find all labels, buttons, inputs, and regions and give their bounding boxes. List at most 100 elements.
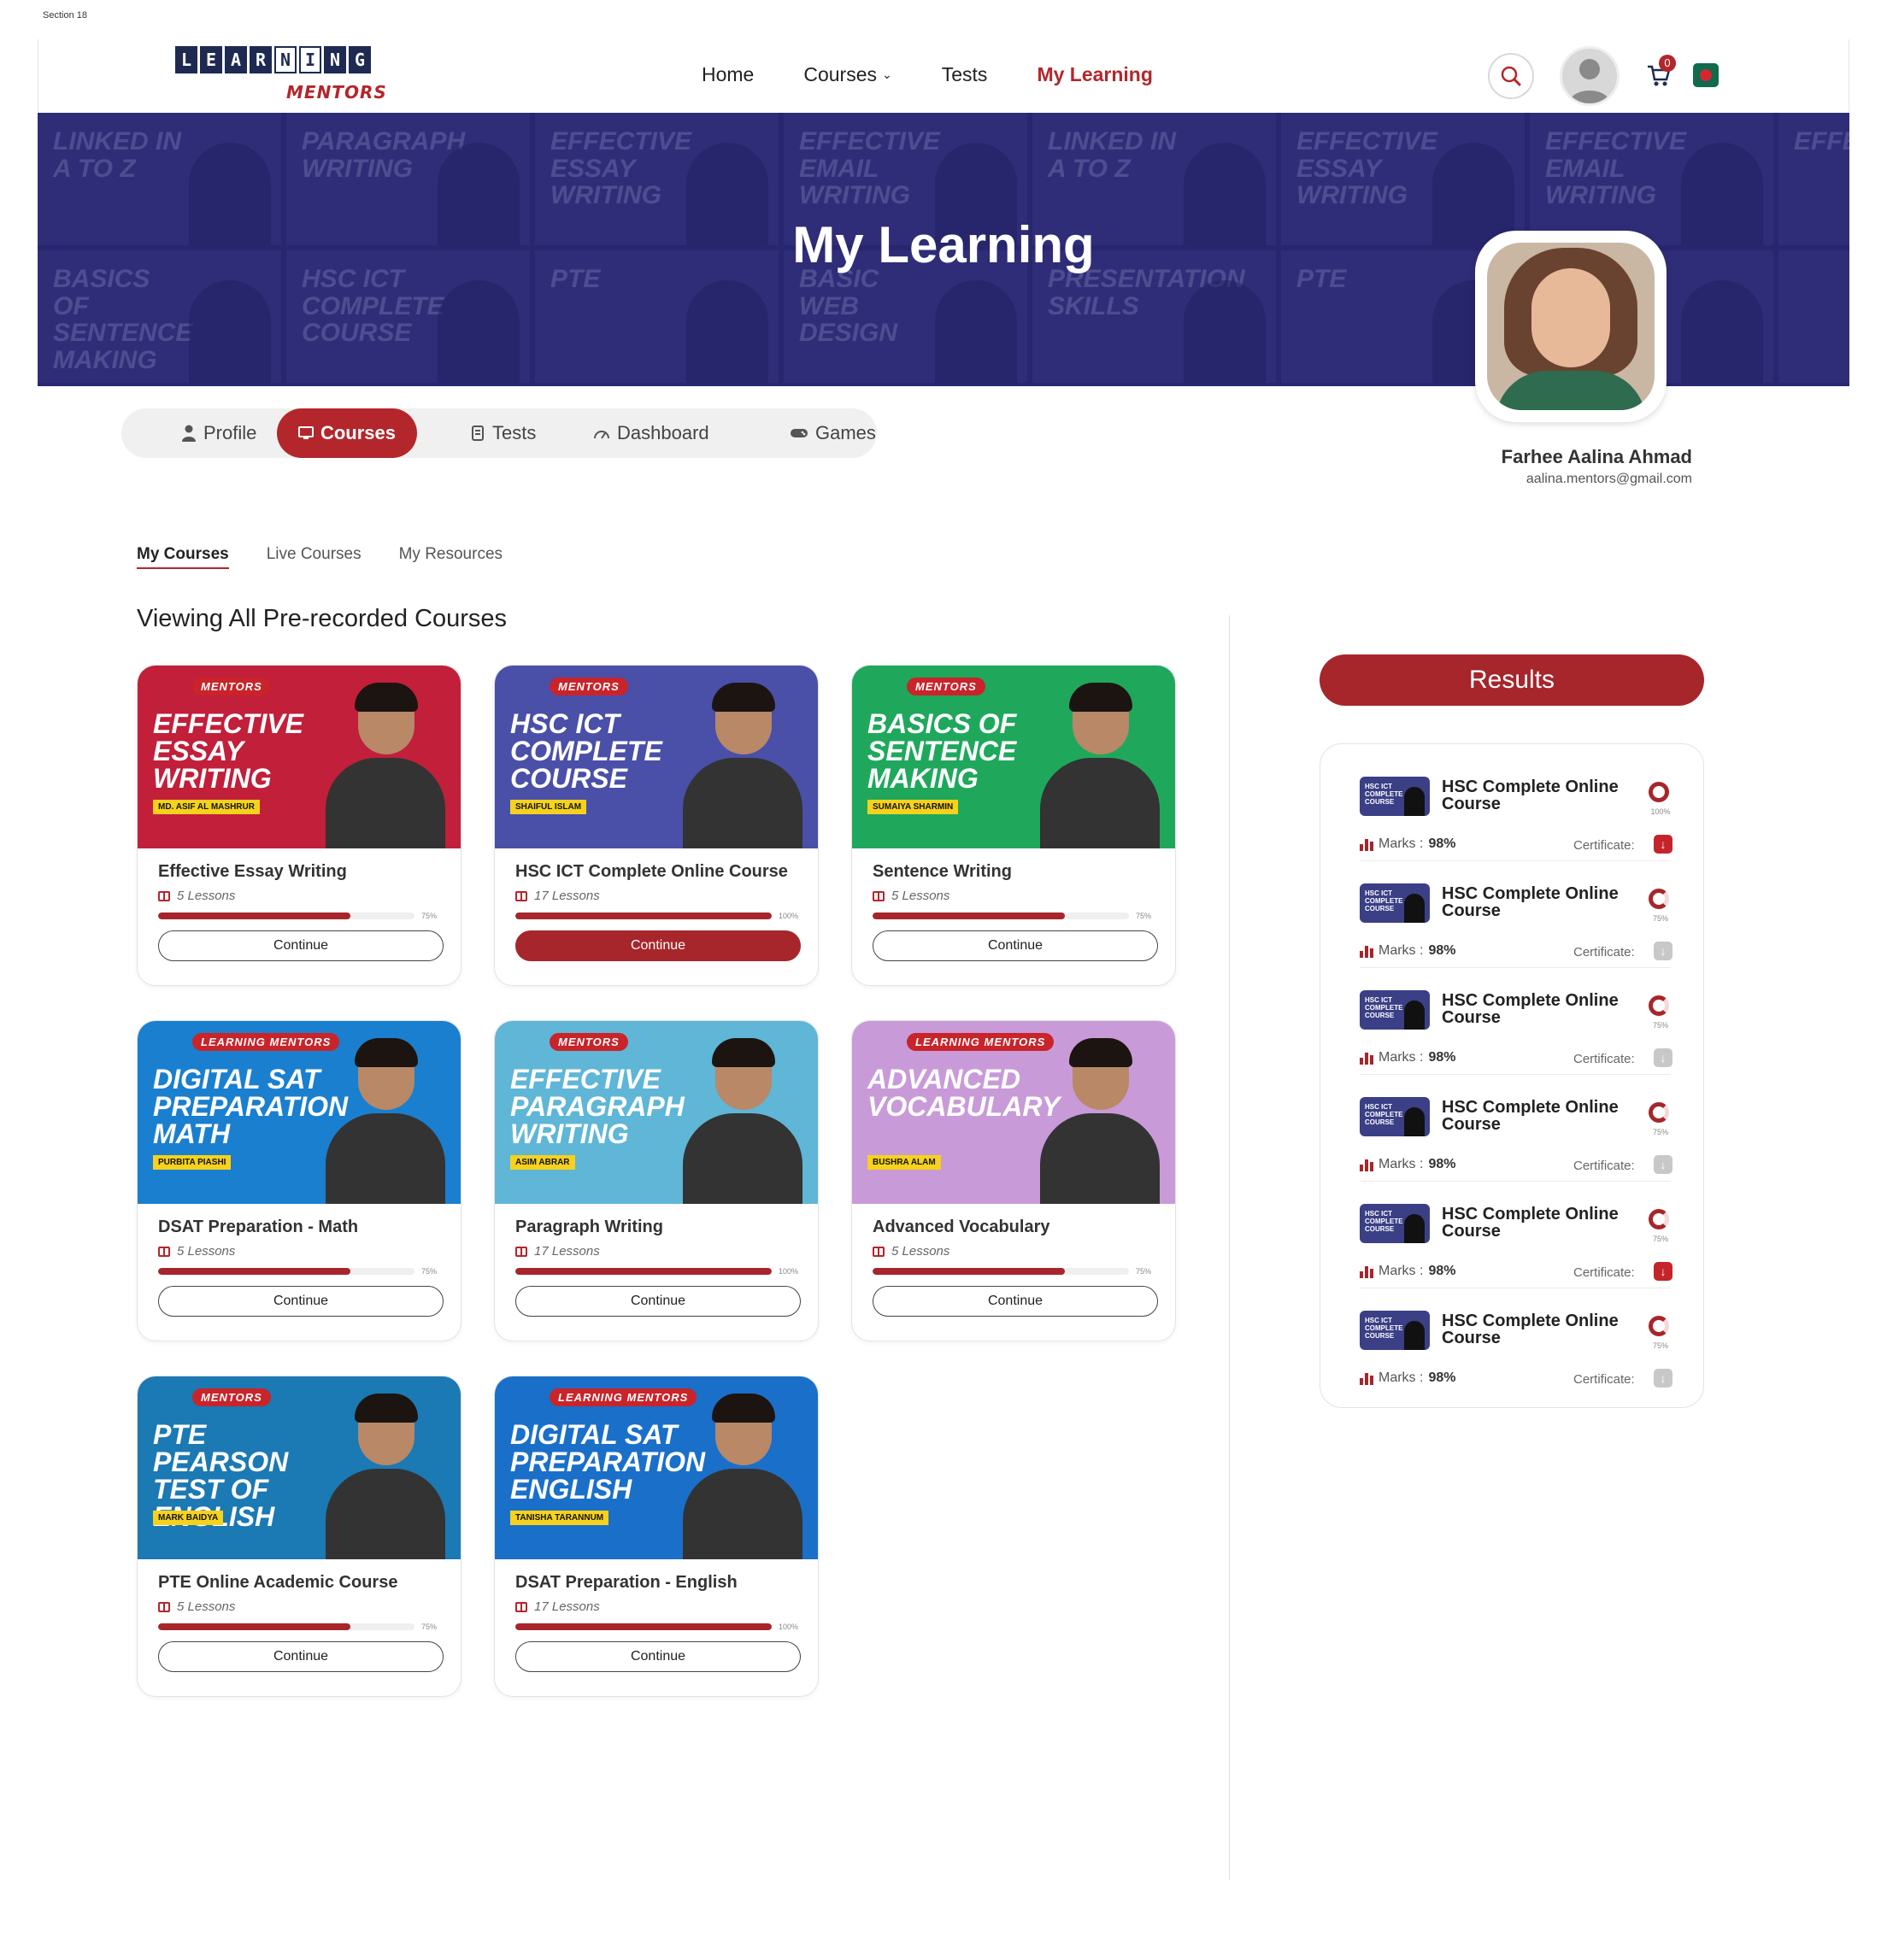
learning-mentors-logo[interactable]: LEARNING MENTORS (175, 46, 397, 106)
logo-letter-tile: E (200, 46, 222, 73)
result-item[interactable]: HSC ICT COMPLETE COURSE HSC Complete Onl… (1360, 1288, 1672, 1395)
brand-badge: LEARNING MENTORS (550, 1388, 697, 1406)
result-course-title: HSC Complete Online Course (1442, 1312, 1619, 1347)
course-card[interactable]: LEARNING MENTORS DIGITAL SAT PREPARATION… (494, 1376, 819, 1697)
continue-button[interactable]: Continue (873, 1286, 1158, 1317)
course-card[interactable]: MENTORS EFFECTIVE PARAGRAPH WRITING ASIM… (494, 1020, 819, 1341)
marks-value: 98% (1428, 1050, 1456, 1065)
marks-row: Marks : 98% (1360, 1370, 1455, 1386)
progress-percent: 100% (779, 1623, 799, 1631)
progress-row: 75% (873, 1267, 1156, 1276)
gauge-icon (594, 431, 609, 439)
nav-tests[interactable]: Tests (942, 63, 988, 86)
result-item[interactable]: HSC ICT COMPLETE COURSE HSC Complete Onl… (1360, 861, 1672, 968)
continue-button[interactable]: Continue (515, 1286, 801, 1317)
progress-row: 75% (158, 1623, 442, 1631)
course-thumbnail[interactable]: MENTORS HSC ICT COMPLETE COURSE SHAIFUL … (495, 666, 818, 848)
course-card[interactable]: LEARNING MENTORS DIGITAL SAT PREPARATION… (137, 1020, 461, 1341)
section-label: Section 18 (43, 10, 87, 21)
course-thumbnail[interactable]: MENTORS BASICS OF SENTENCE MAKING SUMAIY… (852, 666, 1175, 848)
progress-bar (515, 1623, 772, 1630)
download-certificate-icon[interactable]: ↓ (1654, 1262, 1672, 1281)
tab-live-courses[interactable]: Live Courses (267, 545, 362, 569)
result-item[interactable]: HSC ICT COMPLETE COURSE HSC Complete Onl… (1360, 968, 1672, 1075)
course-thumbnail[interactable]: MENTORS PTE Pearson Test of English MARK… (138, 1376, 461, 1559)
marks-value: 98% (1428, 943, 1456, 958)
top-navigation-bar: LEARNING MENTORS Home Courses ⌄ Tests My… (38, 39, 1849, 113)
book-icon (873, 890, 885, 901)
course-thumbnail[interactable]: LEARNING MENTORS DIGITAL SAT PREPARATION… (495, 1376, 818, 1559)
course-card[interactable]: MENTORS BASICS OF SENTENCE MAKING SUMAIY… (851, 665, 1176, 986)
bangladesh-flag-icon[interactable] (1693, 63, 1719, 87)
instructor-tag: MARK BAIDYA (153, 1511, 224, 1525)
nav-courses[interactable]: Courses ⌄ (803, 63, 891, 86)
course-title: PTE Online Academic Course (158, 1573, 398, 1592)
download-certificate-icon: ↓ (1654, 1369, 1672, 1388)
thumbnail-headline: DIGITAL SAT PREPARATION MATH (153, 1064, 349, 1149)
course-title: DSAT Preparation - Math (158, 1218, 359, 1236)
nav-my-learning[interactable]: My Learning (1037, 63, 1152, 86)
course-card[interactable]: LEARNING MENTORS ADVANCED VOCABULARY BUS… (851, 1020, 1176, 1341)
continue-button[interactable]: Continue (515, 930, 801, 961)
marks-value: 98% (1428, 1157, 1456, 1171)
lesson-count: 5 Lessons (873, 889, 1156, 903)
certificate-label: Certificate: (1573, 838, 1635, 853)
instructor-tag: SHAIFUL ISLAM (510, 800, 587, 814)
nav-home[interactable]: Home (702, 63, 754, 86)
search-icon (1501, 66, 1521, 86)
tab-tests[interactable]: Tests (472, 408, 536, 458)
tab-my-resources[interactable]: My Resources (399, 545, 503, 569)
logo-subtitle: MENTORS (286, 82, 387, 103)
continue-button[interactable]: Continue (158, 1286, 444, 1317)
certificate-label: Certificate: (1573, 1159, 1635, 1173)
lesson-count: 5 Lessons (158, 1244, 442, 1259)
progress-row: 100% (515, 1623, 799, 1631)
bar-chart-icon (1360, 944, 1373, 958)
lesson-count-text: 17 Lessons (534, 1244, 600, 1259)
download-certificate-icon[interactable]: ↓ (1654, 835, 1672, 854)
progress-percent: 75% (421, 1623, 438, 1631)
result-progress-percent: 75% (1652, 1128, 1668, 1136)
lesson-count-text: 5 Lessons (177, 1244, 236, 1259)
result-progress-percent: 75% (1652, 1235, 1668, 1243)
continue-button[interactable]: Continue (158, 930, 444, 961)
lesson-count-text: 17 Lessons (534, 1599, 600, 1614)
marks-label: Marks : (1379, 943, 1424, 958)
bar-chart-icon (1360, 1158, 1373, 1171)
progress-fill (158, 913, 350, 919)
brand-badge: MENTORS (192, 1388, 271, 1406)
continue-button[interactable]: Continue (873, 930, 1158, 961)
course-card[interactable]: MENTORS HSC ICT COMPLETE COURSE SHAIFUL … (494, 665, 819, 986)
course-card[interactable]: MENTORS PTE Pearson Test of English MARK… (137, 1376, 461, 1697)
course-thumbnail[interactable]: MENTORS EFFECTIVE PARAGRAPH WRITING ASIM… (495, 1021, 818, 1204)
results-header-button[interactable]: Results (1320, 654, 1704, 706)
tab-dashboard[interactable]: Dashboard (593, 408, 709, 458)
continue-button[interactable]: Continue (158, 1641, 444, 1672)
course-card[interactable]: MENTORS EFFECTIVE ESSAY WRITING MD. ASIF… (137, 665, 461, 986)
cart-count-badge: 0 (1659, 55, 1676, 72)
monitor-icon (297, 426, 314, 439)
tab-games[interactable]: Games (790, 408, 876, 458)
user-avatar[interactable] (1560, 46, 1620, 106)
search-button[interactable] (1488, 53, 1534, 99)
logo-letter-tile: N (274, 46, 297, 73)
profile-photo (1475, 231, 1667, 422)
course-thumbnail[interactable]: MENTORS EFFECTIVE ESSAY WRITING MD. ASIF… (138, 666, 461, 848)
result-item[interactable]: HSC ICT COMPLETE COURSE HSC Complete Onl… (1360, 754, 1672, 861)
tab-my-courses[interactable]: My Courses (137, 545, 229, 569)
result-item[interactable]: HSC ICT COMPLETE COURSE HSC Complete Onl… (1360, 1075, 1672, 1182)
tab-dashboard-label: Dashboard (617, 422, 709, 443)
tab-courses[interactable]: Courses (277, 408, 417, 458)
instructor-photo (326, 683, 445, 848)
continue-button[interactable]: Continue (515, 1641, 801, 1672)
marks-value: 98% (1428, 1264, 1456, 1278)
progress-percent: 100% (779, 1267, 799, 1276)
course-thumbnail[interactable]: LEARNING MENTORS DIGITAL SAT PREPARATION… (138, 1021, 461, 1204)
progress-percent: 100% (779, 912, 799, 920)
course-title: Paragraph Writing (515, 1218, 663, 1236)
brand-badge: LEARNING MENTORS (192, 1033, 340, 1051)
result-item[interactable]: HSC ICT COMPLETE COURSE HSC Complete Onl… (1360, 1182, 1672, 1288)
tab-profile[interactable]: Profile (181, 408, 256, 458)
course-thumbnail[interactable]: LEARNING MENTORS ADVANCED VOCABULARY BUS… (852, 1021, 1175, 1204)
logo-letter-tile: I (299, 46, 321, 73)
